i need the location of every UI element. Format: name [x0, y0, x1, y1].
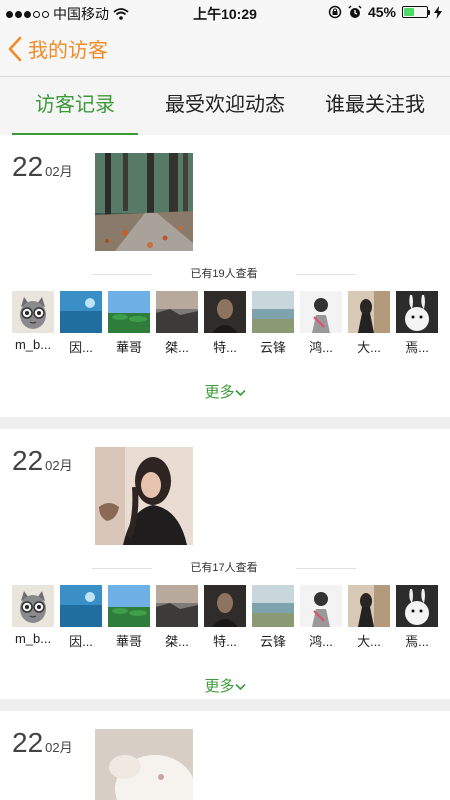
- back-button[interactable]: 我的访客: [8, 34, 108, 63]
- post-card: 22 02月 已有19人查看 m_b... 因... 華哥 桀... 特... …: [0, 135, 450, 417]
- avatar: [12, 585, 54, 627]
- avatar: [108, 291, 150, 333]
- status-bar-right: 45%: [328, 4, 442, 20]
- battery-level: [404, 8, 414, 16]
- tab-bar: 访客记录 最受欢迎动态 谁最关注我: [0, 77, 450, 135]
- post-month: 02月: [45, 164, 73, 179]
- visitor-list: m_b... 因... 華哥 桀... 特... 云锋 鸿... 大... 焉.…: [12, 291, 444, 356]
- visitor-name: 因...: [69, 634, 93, 649]
- more-button[interactable]: 更多: [0, 675, 450, 696]
- view-count-row: 已有17人查看: [92, 560, 356, 576]
- battery-percent: 45%: [367, 4, 396, 20]
- chevron-down-icon: [234, 683, 246, 691]
- visitor-item[interactable]: 大...: [348, 291, 390, 356]
- visitor-item[interactable]: 云锋: [252, 291, 294, 356]
- divider: [296, 568, 356, 569]
- avatar: [300, 585, 342, 627]
- avatar: [300, 291, 342, 333]
- alarm-icon: [348, 5, 362, 18]
- visitor-item[interactable]: 大...: [348, 585, 390, 650]
- visitor-name: 云锋: [259, 340, 286, 355]
- avatar: [12, 291, 54, 333]
- visitor-item[interactable]: 華哥: [108, 291, 150, 356]
- avatar: [252, 585, 294, 627]
- more-button[interactable]: 更多: [0, 381, 450, 402]
- rotation-lock-icon: [328, 5, 342, 19]
- avatar: [60, 585, 102, 627]
- post-date: 22 02月: [12, 445, 73, 477]
- navigation-bar: 我的访客: [0, 24, 450, 77]
- post-day: 22: [12, 445, 44, 476]
- visitor-item[interactable]: 因...: [60, 585, 102, 650]
- visitor-feed: 22 02月 已有19人查看 m_b... 因... 華哥 桀... 特... …: [0, 135, 450, 800]
- divider: [296, 274, 356, 275]
- visitor-item[interactable]: 鸿...: [300, 585, 342, 650]
- tab-visitor-records[interactable]: 访客记录: [0, 77, 150, 135]
- tab-top-followers[interactable]: 谁最关注我: [300, 77, 450, 135]
- visitor-name: 鸿...: [309, 340, 333, 355]
- visitor-name: 因...: [69, 340, 93, 355]
- tab-popular-posts[interactable]: 最受欢迎动态: [150, 77, 300, 135]
- chevron-left-icon: [8, 36, 22, 61]
- post-date: 22 02月: [12, 727, 73, 759]
- avatar: [156, 291, 198, 333]
- visitor-name: 焉...: [405, 340, 429, 355]
- post-card: 22 02月 已有17人查看 m_b... 因... 華哥 桀... 特... …: [0, 417, 450, 699]
- white-animal-photo[interactable]: [95, 729, 193, 800]
- visitor-item[interactable]: 焉...: [396, 585, 438, 650]
- more-label: 更多: [204, 678, 235, 695]
- visitor-name: 鸿...: [309, 634, 333, 649]
- avatar: [348, 585, 390, 627]
- visitor-item[interactable]: m_b...: [12, 585, 54, 650]
- visitor-name: 特...: [213, 340, 237, 355]
- visitor-item[interactable]: 桀...: [156, 291, 198, 356]
- visitor-name: 云锋: [259, 634, 286, 649]
- visitor-name: 桀...: [165, 634, 189, 649]
- visitor-name: 桀...: [165, 340, 189, 355]
- visitor-item[interactable]: 特...: [204, 585, 246, 650]
- forest-path-photo[interactable]: [95, 153, 193, 251]
- avatar: [204, 585, 246, 627]
- girl-portrait-photo[interactable]: [95, 447, 193, 545]
- chevron-down-icon: [234, 389, 246, 397]
- status-bar: 中国移动 上午10:29 45%: [0, 0, 450, 24]
- visitor-list: m_b... 因... 華哥 桀... 特... 云锋 鸿... 大... 焉.…: [12, 585, 444, 650]
- visitor-name: m_b...: [14, 631, 52, 646]
- avatar: [396, 291, 438, 333]
- visitor-item[interactable]: m_b...: [12, 291, 54, 356]
- charging-icon: [434, 5, 442, 19]
- visitor-name: 華哥: [115, 634, 142, 649]
- visitor-name: m_b...: [14, 337, 52, 352]
- visitor-item[interactable]: 因...: [60, 291, 102, 356]
- avatar: [108, 585, 150, 627]
- visitor-name: 大...: [357, 634, 381, 649]
- view-count-row: 已有19人查看: [92, 266, 356, 282]
- post-day: 22: [12, 151, 44, 182]
- page-title: 我的访客: [28, 40, 108, 62]
- avatar: [60, 291, 102, 333]
- avatar: [156, 585, 198, 627]
- post-month: 02月: [45, 458, 73, 473]
- post-card: 22 02月: [0, 699, 450, 800]
- avatar: [252, 291, 294, 333]
- visitor-name: 焉...: [405, 634, 429, 649]
- post-month: 02月: [45, 740, 73, 755]
- avatar: [204, 291, 246, 333]
- avatar: [348, 291, 390, 333]
- post-date: 22 02月: [12, 151, 73, 183]
- visitor-name: 大...: [357, 340, 381, 355]
- more-label: 更多: [204, 384, 235, 401]
- visitor-item[interactable]: 鸿...: [300, 291, 342, 356]
- avatar: [396, 585, 438, 627]
- visitor-name: 特...: [213, 634, 237, 649]
- post-day: 22: [12, 727, 44, 758]
- visitor-item[interactable]: 特...: [204, 291, 246, 356]
- visitor-item[interactable]: 焉...: [396, 291, 438, 356]
- visitor-item[interactable]: 華哥: [108, 585, 150, 650]
- visitor-item[interactable]: 桀...: [156, 585, 198, 650]
- visitor-name: 華哥: [115, 340, 142, 355]
- battery-icon: [402, 6, 430, 18]
- visitor-item[interactable]: 云锋: [252, 585, 294, 650]
